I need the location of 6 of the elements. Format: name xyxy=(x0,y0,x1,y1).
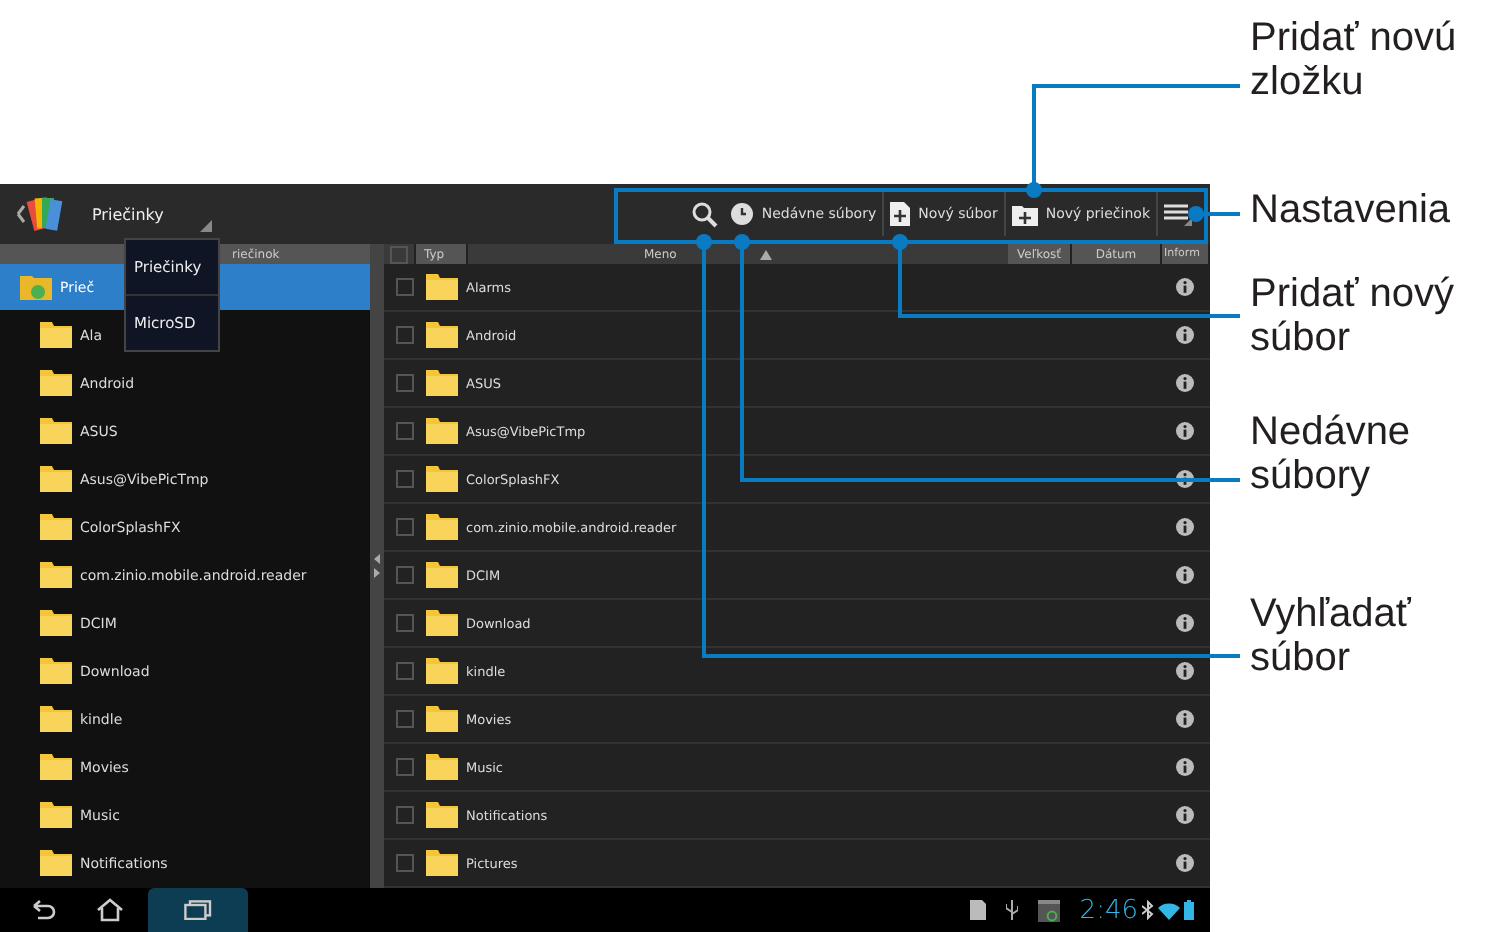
callout-label: Nastavenia xyxy=(1250,188,1453,232)
callout-label: Pridať novú zložku xyxy=(1250,16,1459,104)
clock-time: 2:46 xyxy=(1079,895,1138,925)
callout-label: Pridať nový súbor xyxy=(1250,272,1456,360)
callout-label: Vyhľadať súbor xyxy=(1250,592,1413,680)
callout-label: Nedávne súbory xyxy=(1250,410,1413,498)
